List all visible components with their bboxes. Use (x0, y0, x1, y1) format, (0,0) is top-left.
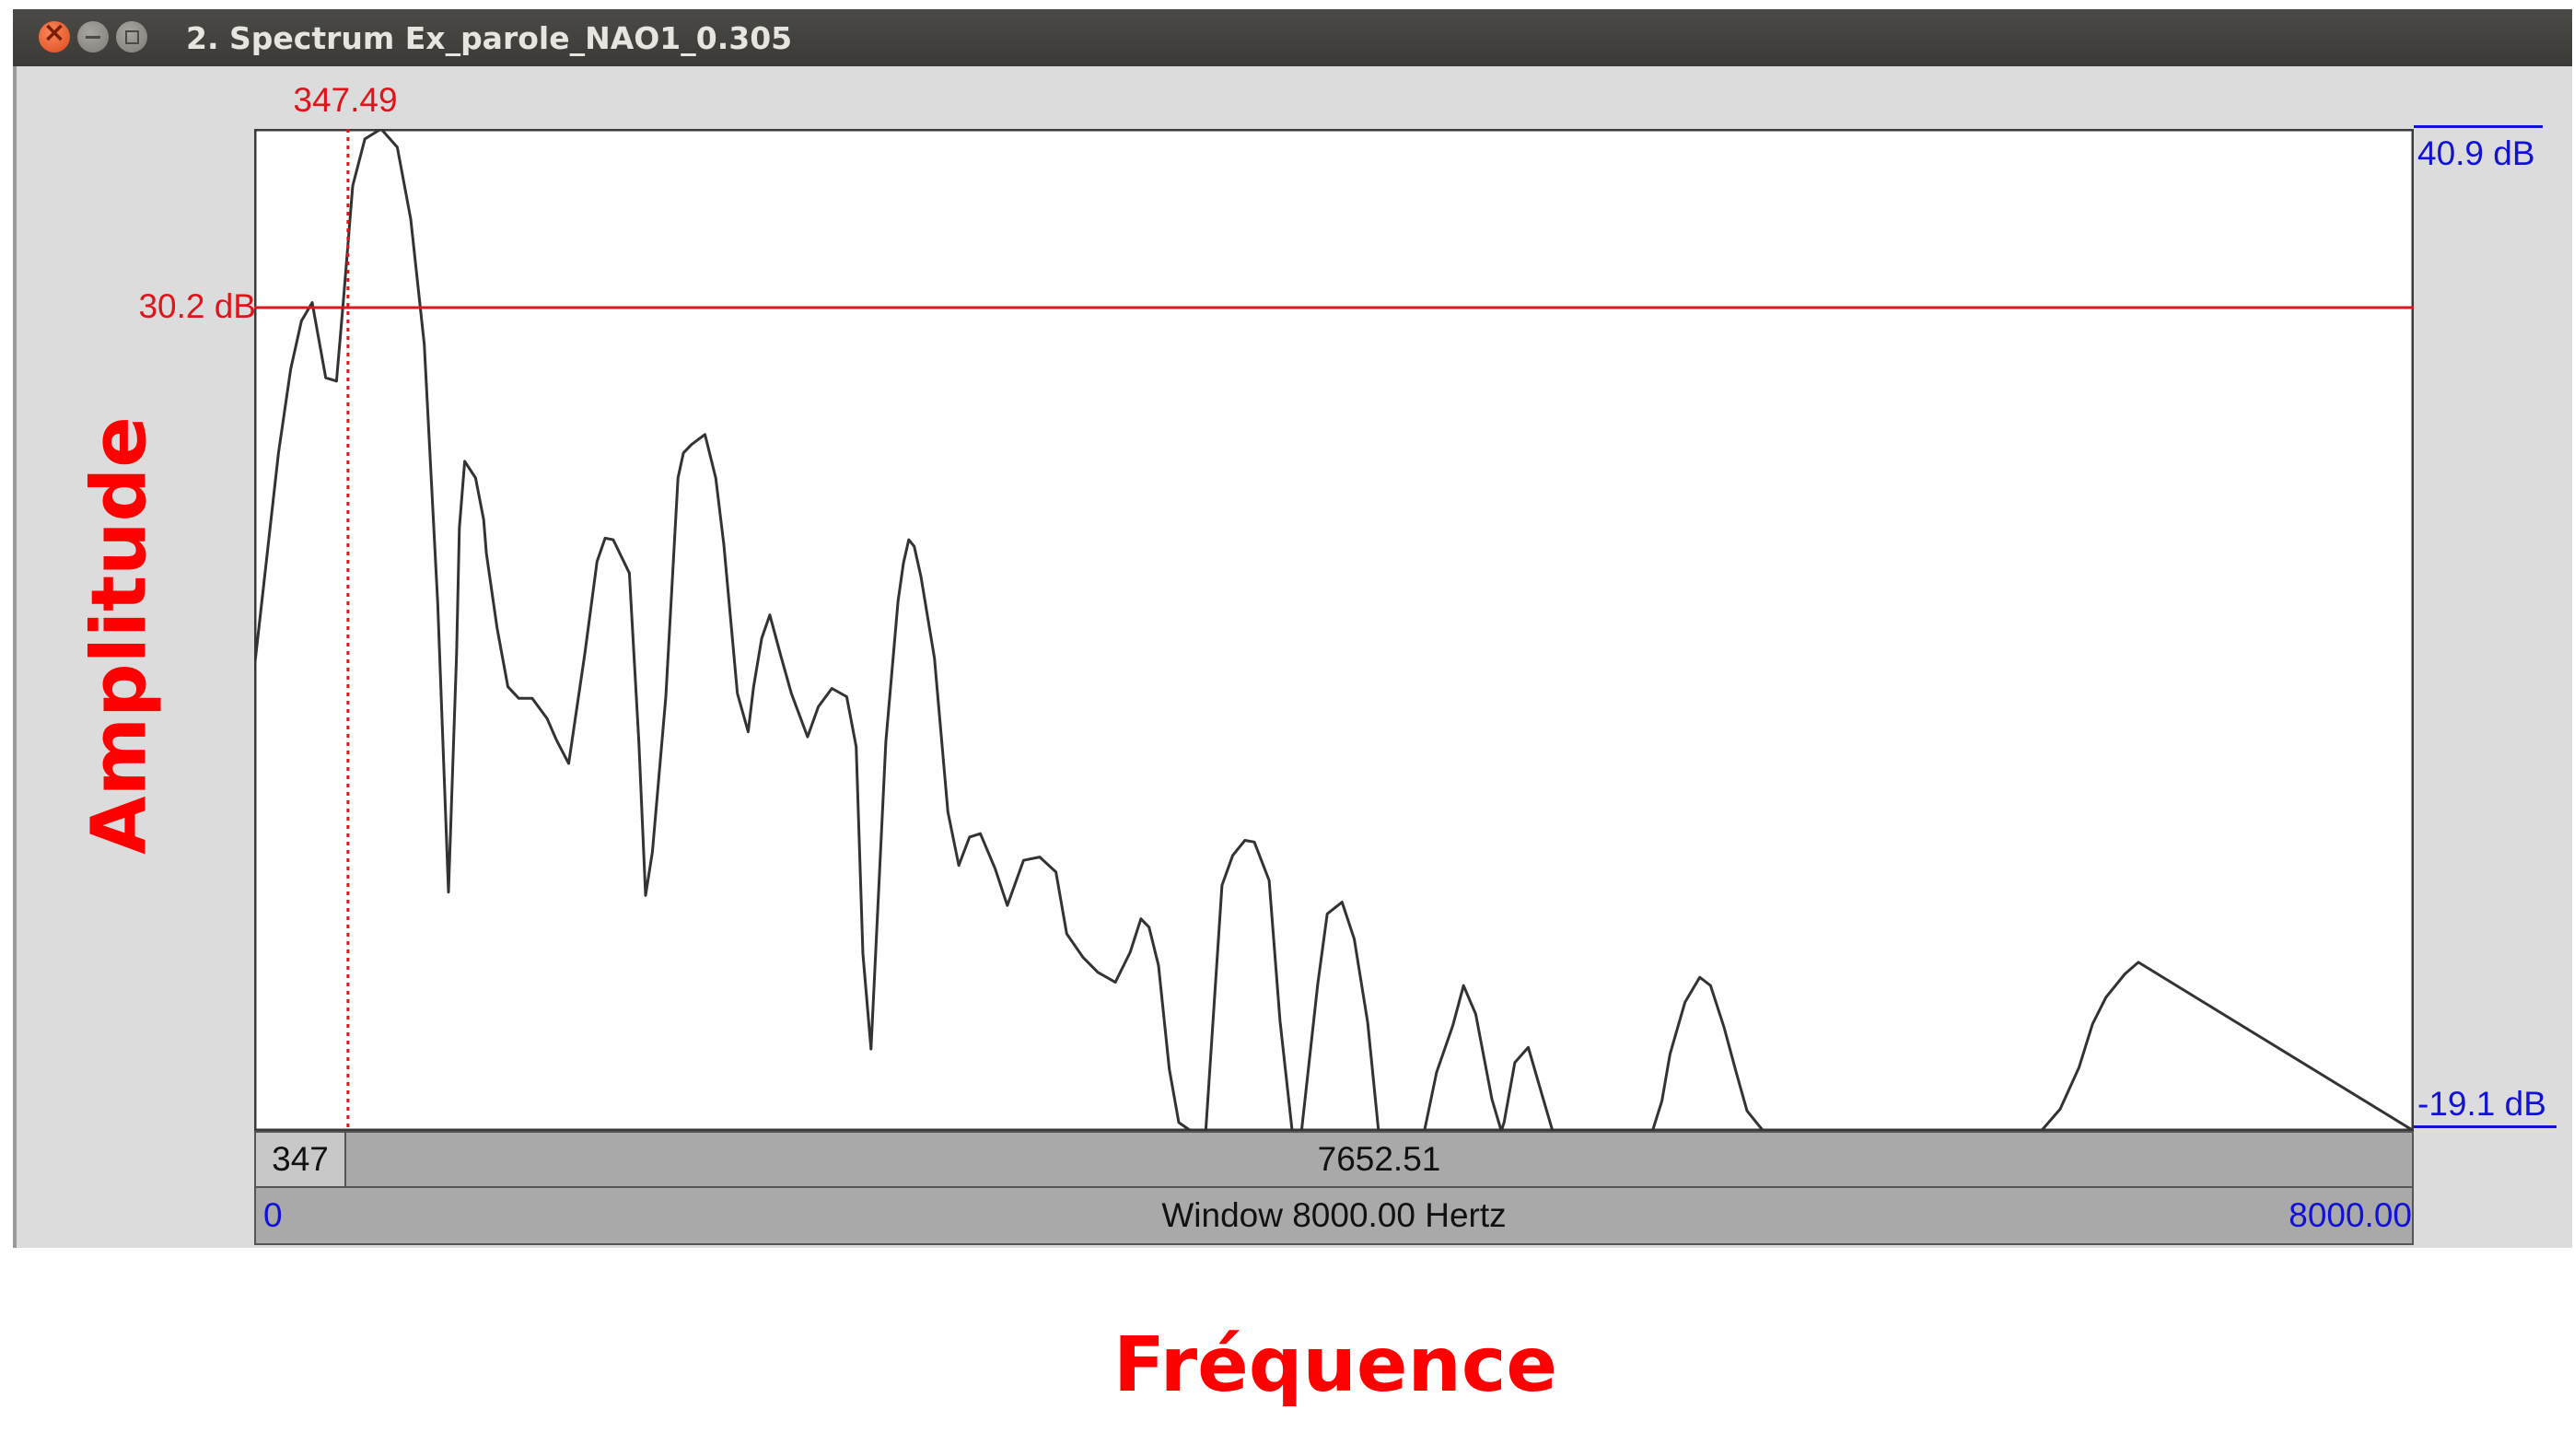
window-bar[interactable]: Window 8000.00 Hertz 0 8000.00 (254, 1188, 2414, 1245)
window-start-value: 0 (263, 1196, 283, 1234)
selection-left-segment[interactable]: 347 (256, 1133, 346, 1186)
plot-frame (254, 129, 2414, 1131)
close-icon[interactable] (39, 17, 70, 52)
cursor-frequency-label: 347.49 (293, 81, 398, 119)
selection-bar[interactable]: 347 7652.51 (254, 1131, 2414, 1188)
selection-right-segment[interactable]: 7652.51 (346, 1133, 2412, 1186)
maximize-icon[interactable] (116, 21, 147, 52)
window-end-value: 8000.00 (2289, 1196, 2412, 1234)
window-title: 2. Spectrum Ex_parole_NAO1_0.305 (186, 20, 793, 56)
spectrum-plot[interactable] (254, 129, 2414, 1131)
scale-bottom-tick (2414, 1125, 2557, 1128)
minimize-icon[interactable] (77, 21, 109, 52)
x-axis-annotation: Fréquence (1112, 1322, 1558, 1409)
scale-bottom-label: -19.1 dB (2417, 1085, 2546, 1123)
scale-top-label: 40.9 dB (2417, 134, 2535, 172)
title-bar[interactable]: 2. Spectrum Ex_parole_NAO1_0.305 (13, 9, 2572, 66)
scale-top-tick (2414, 125, 2543, 128)
window-bar-label[interactable]: Window 8000.00 Hertz (256, 1188, 2412, 1243)
window-edge (13, 66, 17, 1248)
cursor-level-label: 30.2 dB (138, 287, 256, 325)
y-axis-annotation: Amplitude (76, 416, 164, 855)
